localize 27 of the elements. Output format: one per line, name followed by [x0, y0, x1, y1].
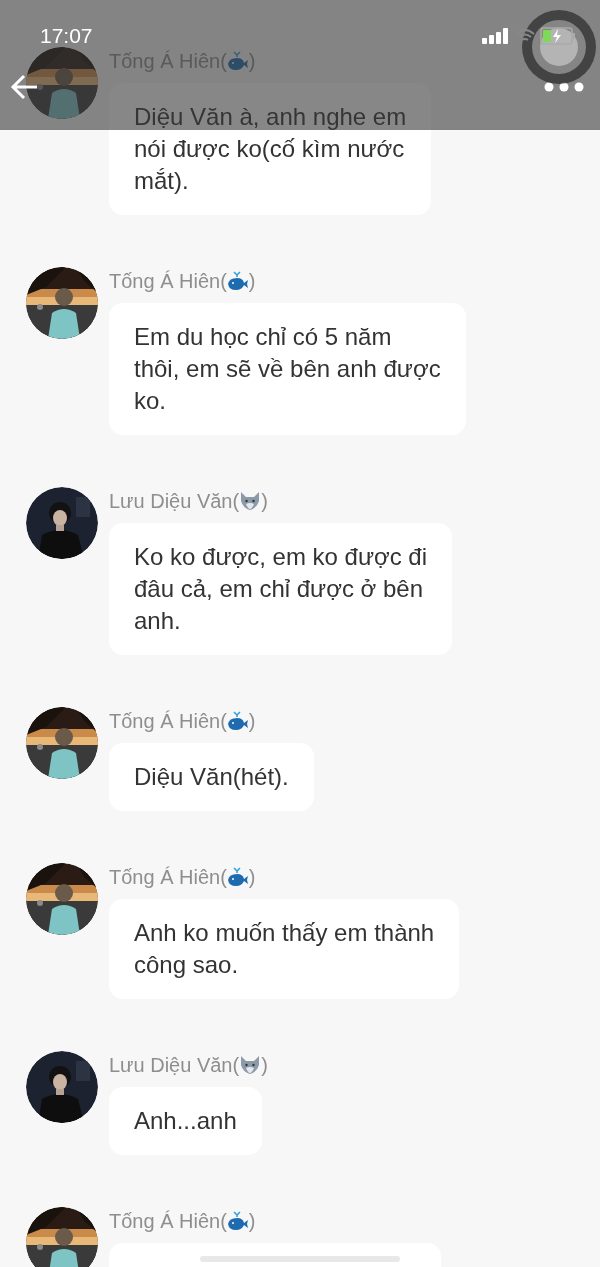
message-text: Em du học chỉ có 5 năm — [134, 322, 393, 352]
message-text: Diệu Văn à, anh nghe em — [134, 102, 407, 132]
message-text: Diệu Văn(hét). — [134, 762, 289, 792]
sender-name: Lưu Diệu Văn( — [109, 1053, 240, 1077]
message-text: công sao. — [134, 950, 240, 980]
sender-name: Tống Á Hiên( — [109, 709, 227, 733]
sender-name: ) — [261, 489, 268, 513]
sender-name: Tống Á Hiên( — [109, 1209, 227, 1233]
message-text: mắt). — [134, 166, 190, 196]
message-text: Ko ko được, em ko được đi — [134, 542, 428, 572]
sender-name: Tống Á Hiên( — [109, 269, 227, 293]
sender-name: ) — [248, 865, 256, 889]
message-text: Anh ko muốn thấy em thành — [134, 918, 435, 948]
message-text: thôi, em sẽ về bên anh được — [134, 354, 441, 384]
message-text: nói được ko(cố kìm nước — [134, 134, 406, 164]
message-text: đâu cả, em chỉ được ở bên — [134, 574, 425, 604]
sender-name: ) — [261, 1053, 268, 1077]
status-time: 17:07 — [40, 24, 93, 48]
sender-name: Tống Á Hiên( — [109, 865, 227, 889]
message-text: Anh...anh — [134, 1106, 237, 1136]
message-text: ko. — [134, 386, 167, 416]
message-text: anh. — [134, 606, 182, 636]
sender-name: Lưu Diệu Văn( — [109, 489, 240, 513]
sender-name: ) — [248, 709, 256, 733]
sender-name: ) — [248, 269, 256, 293]
sender-name: ) — [248, 49, 256, 73]
sender-name: ) — [248, 1209, 256, 1233]
